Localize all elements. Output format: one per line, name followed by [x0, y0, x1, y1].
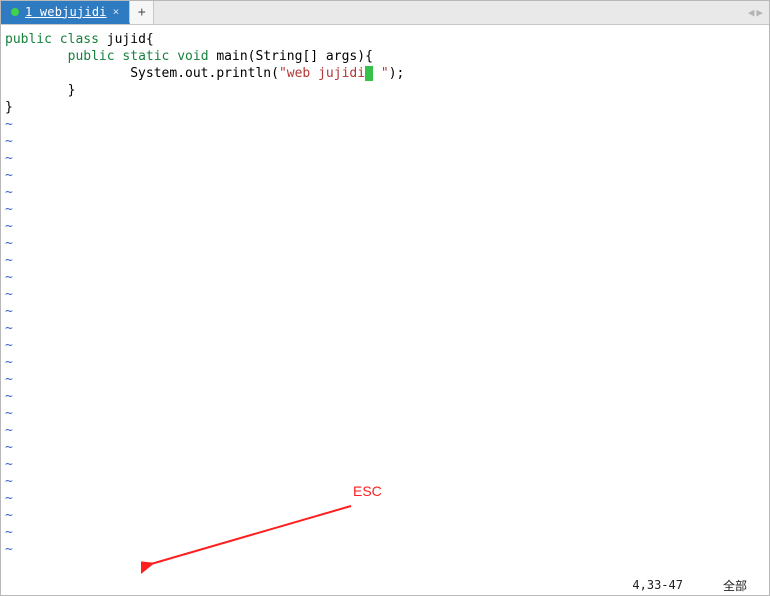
- status-bar: 4,33-47 全部: [1, 575, 769, 595]
- empty-line-tilde: ~: [5, 116, 765, 133]
- close-icon[interactable]: ×: [113, 5, 120, 18]
- empty-line-tilde: ~: [5, 371, 765, 388]
- empty-line-tilde: ~: [5, 507, 765, 524]
- tab-bar: 1 webjujidi × + ◀ ▶: [1, 1, 769, 25]
- empty-line-tilde: ~: [5, 184, 765, 201]
- new-tab-button[interactable]: +: [130, 1, 154, 24]
- editor-window: 1 webjujidi × + ◀ ▶ public class jujid{ …: [0, 0, 770, 596]
- code-line: }: [5, 99, 765, 116]
- annotation-arrow-icon: [141, 500, 361, 575]
- code-editor[interactable]: public class jujid{ public static void m…: [1, 25, 769, 575]
- empty-line-tilde: ~: [5, 337, 765, 354]
- empty-line-tilde: ~: [5, 524, 765, 541]
- empty-line-tilde: ~: [5, 269, 765, 286]
- tab-label: 1 webjujidi: [25, 5, 107, 19]
- annotation-label: ESC: [353, 483, 382, 500]
- empty-line-tilde: ~: [5, 354, 765, 371]
- empty-line-tilde: ~: [5, 235, 765, 252]
- code-line: public class jujid{: [5, 31, 765, 48]
- tab-nav-right-icon[interactable]: ▶: [756, 6, 763, 19]
- empty-line-tilde: ~: [5, 286, 765, 303]
- tab-webjujidi[interactable]: 1 webjujidi ×: [1, 1, 130, 24]
- scope-label: 全部: [723, 577, 747, 594]
- text-cursor: [365, 66, 373, 81]
- empty-line-tilde: ~: [5, 303, 765, 320]
- empty-line-tilde: ~: [5, 388, 765, 405]
- modified-dot-icon: [11, 8, 19, 16]
- cursor-position: 4,33-47: [632, 578, 683, 592]
- empty-line-tilde: ~: [5, 541, 765, 558]
- empty-line-tilde: ~: [5, 167, 765, 184]
- empty-line-tilde: ~: [5, 252, 765, 269]
- empty-line-tilde: ~: [5, 456, 765, 473]
- empty-line-tilde: ~: [5, 490, 765, 507]
- code-line: System.out.println("web jujidi ");: [5, 65, 765, 82]
- empty-line-tilde: ~: [5, 218, 765, 235]
- empty-line-tilde: ~: [5, 439, 765, 456]
- empty-line-tilde: ~: [5, 405, 765, 422]
- tab-nav-left-icon[interactable]: ◀: [748, 6, 755, 19]
- code-line: public static void main(String[] args){: [5, 48, 765, 65]
- empty-line-tilde: ~: [5, 422, 765, 439]
- empty-line-tilde: ~: [5, 150, 765, 167]
- empty-line-tilde: ~: [5, 473, 765, 490]
- tab-nav-arrows: ◀ ▶: [748, 1, 763, 24]
- empty-line-tilde: ~: [5, 133, 765, 150]
- code-line: }: [5, 82, 765, 99]
- empty-line-tilde: ~: [5, 201, 765, 218]
- empty-line-tilde: ~: [5, 320, 765, 337]
